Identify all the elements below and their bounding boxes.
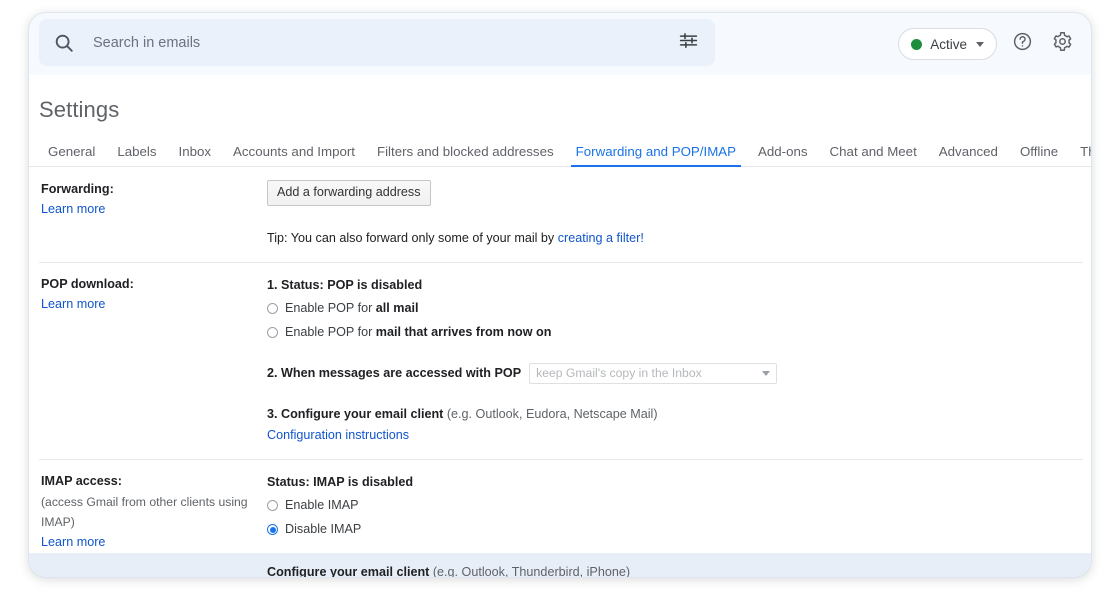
tab-advanced[interactable]: Advanced: [928, 145, 1009, 166]
row-imap-access: IMAP access: (access Gmail from other cl…: [39, 459, 1083, 578]
pop-step2: 2. When messages are accessed with POP k…: [267, 363, 1083, 384]
pop-step3-heading: 3. Configure your email client (e.g. Out…: [267, 404, 1083, 425]
imap-option-disable[interactable]: Disable IMAP: [267, 518, 1083, 542]
gear-icon: [1052, 31, 1073, 57]
chevron-down-icon: [976, 42, 984, 47]
pop-option-all-mail[interactable]: Enable POP for all mail: [267, 297, 1083, 321]
status-dot-icon: [911, 39, 922, 50]
imap-configure: Configure your email client (e.g. Outloo…: [267, 562, 1083, 578]
tab-filters-and-blocked-addresses[interactable]: Filters and blocked addresses: [366, 145, 565, 166]
pop-option-from-now-on-label: Enable POP for mail that arrives from no…: [285, 321, 551, 345]
forwarding-body: Add a forwarding address Tip: You can al…: [257, 180, 1083, 248]
pop-status-prefix: 1. Status:: [267, 278, 327, 292]
search-icon: [53, 32, 75, 54]
chevron-down-icon: [762, 371, 770, 376]
creating-a-filter-link[interactable]: creating a filter!: [558, 228, 644, 248]
settings-tabs: General Labels Inbox Accounts and Import…: [29, 137, 1092, 167]
top-header: Active: [29, 13, 1091, 75]
pop-action-select-value: keep Gmail's copy in the Inbox: [536, 366, 702, 380]
search-options-button[interactable]: [663, 19, 713, 66]
imap-label: IMAP access:: [41, 472, 257, 491]
tab-chat-and-meet[interactable]: Chat and Meet: [819, 145, 928, 166]
tab-offline[interactable]: Offline: [1009, 145, 1069, 166]
pop-step3-grey: (e.g. Outlook, Eudora, Netscape Mail): [447, 407, 658, 421]
imap-learn-more-link[interactable]: Learn more: [41, 532, 105, 552]
status-badge[interactable]: Active: [898, 28, 997, 60]
row-forwarding: Forwarding: Learn more Add a forwarding …: [39, 167, 1083, 262]
radio-icon[interactable]: [267, 327, 278, 338]
imap-status: Status: IMAP is disabled: [267, 472, 1083, 493]
pop-option-all-mail-label: Enable POP for all mail: [285, 297, 418, 321]
row-pop-download: POP download: Learn more 1. Status: POP …: [39, 262, 1083, 459]
imap-option-enable-label: Enable IMAP: [285, 494, 359, 518]
pop-status: 1. Status: POP is disabled: [267, 275, 1083, 296]
pop-configuration-instructions-link[interactable]: Configuration instructions: [267, 425, 409, 445]
tab-inbox[interactable]: Inbox: [168, 145, 223, 166]
settings-button[interactable]: [1047, 29, 1077, 59]
tab-general[interactable]: General: [39, 145, 106, 166]
forwarding-learn-more-link[interactable]: Learn more: [41, 199, 105, 219]
page-title: Settings: [39, 97, 1092, 123]
pop-step2-label: 2. When messages are accessed with POP: [267, 363, 521, 384]
imap-label-column: IMAP access: (access Gmail from other cl…: [39, 472, 257, 578]
tune-filter-icon: [678, 30, 699, 56]
imap-configure-grey: (e.g. Outlook, Thunderbird, iPhone): [433, 565, 630, 578]
pop-status-value: POP is disabled: [327, 278, 422, 292]
settings-card: Settings General Labels Inbox Accounts a…: [29, 75, 1092, 553]
pop-label: POP download:: [41, 275, 257, 294]
imap-body: Status: IMAP is disabled Enable IMAP Dis…: [257, 472, 1083, 578]
forwarding-tip-text: Tip: You can also forward only some of y…: [267, 231, 558, 245]
pop-action-select[interactable]: keep Gmail's copy in the Inbox: [529, 363, 777, 384]
tab-labels[interactable]: Labels: [106, 145, 167, 166]
pop-step3: 3. Configure your email client (e.g. Out…: [267, 404, 1083, 446]
imap-configure-heading: Configure your email client (e.g. Outloo…: [267, 562, 1083, 578]
forwarding-label: Forwarding:: [41, 180, 257, 199]
forwarding-tip: Tip: You can also forward only some of y…: [267, 228, 1083, 248]
settings-window: Active: [28, 12, 1092, 578]
tab-add-ons[interactable]: Add-ons: [747, 145, 819, 166]
app-root: Active: [0, 0, 1120, 590]
tab-themes[interactable]: Themes: [1069, 145, 1092, 166]
help-circle-icon: [1012, 31, 1033, 57]
pop-body: 1. Status: POP is disabled Enable POP fo…: [257, 275, 1083, 445]
header-actions: Active: [898, 13, 1077, 75]
pop-label-column: POP download: Learn more: [39, 275, 257, 445]
pop-learn-more-link[interactable]: Learn more: [41, 294, 105, 314]
tab-accounts-and-import[interactable]: Accounts and Import: [222, 145, 366, 166]
forwarding-label-column: Forwarding: Learn more: [39, 180, 257, 248]
imap-configure-bold: Configure your email client: [267, 565, 429, 578]
search-field[interactable]: [39, 19, 715, 66]
help-button[interactable]: [1007, 29, 1037, 59]
radio-icon[interactable]: [267, 303, 278, 314]
radio-icon-selected[interactable]: [267, 524, 278, 535]
imap-option-enable[interactable]: Enable IMAP: [267, 494, 1083, 518]
pop-option-from-now-on[interactable]: Enable POP for mail that arrives from no…: [267, 321, 1083, 345]
radio-icon[interactable]: [267, 500, 278, 511]
add-forwarding-address-button[interactable]: Add a forwarding address: [267, 180, 431, 206]
imap-option-disable-label: Disable IMAP: [285, 518, 361, 542]
settings-rows: Forwarding: Learn more Add a forwarding …: [29, 167, 1092, 578]
pop-step3-bold: 3. Configure your email client: [267, 407, 443, 421]
search-input[interactable]: [93, 35, 715, 51]
imap-description: (access Gmail from other clients using I…: [41, 493, 257, 532]
status-badge-label: Active: [930, 37, 967, 52]
tab-forwarding-and-pop-imap[interactable]: Forwarding and POP/IMAP: [565, 145, 747, 166]
